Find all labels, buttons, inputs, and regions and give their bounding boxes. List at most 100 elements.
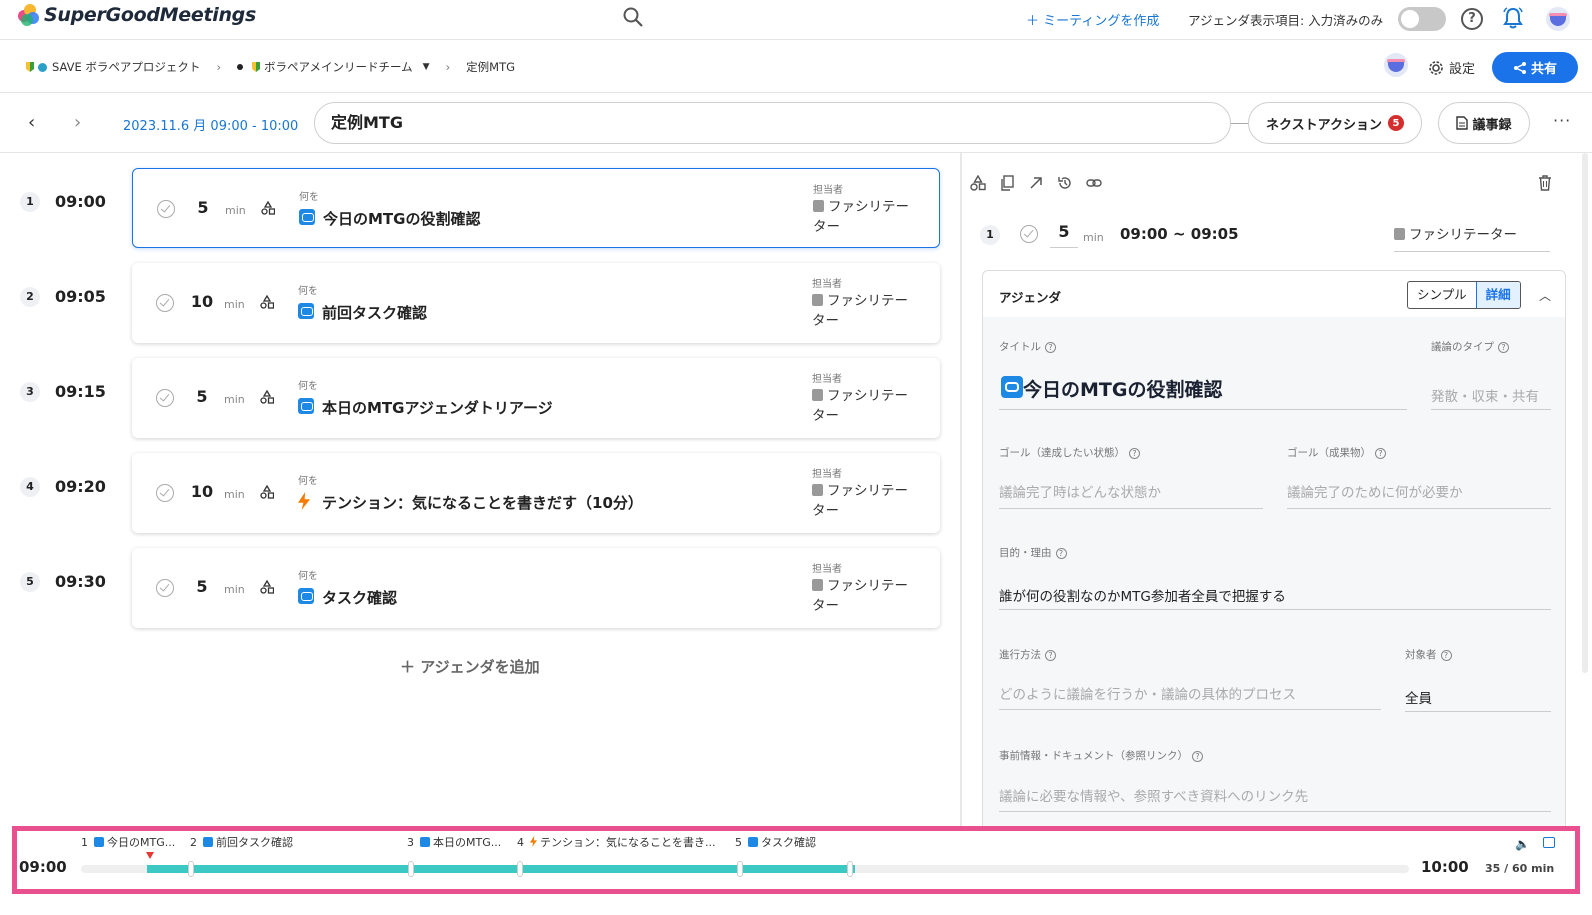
copy-icon[interactable] — [999, 175, 1015, 191]
bell-icon[interactable] — [1502, 6, 1524, 30]
agenda-display-toggle[interactable] — [1398, 7, 1446, 31]
agenda-title[interactable]: テンション：気になることを書きだす（10分） — [322, 492, 643, 513]
help-icon[interactable]: ? — [1498, 342, 1509, 353]
title-field-value[interactable]: 今日のMTGの役割確認 — [1023, 375, 1222, 402]
minutes-button[interactable]: 議事録 — [1438, 102, 1530, 144]
detail-duration-input[interactable]: 5 — [1050, 222, 1078, 248]
agenda-card[interactable]: 10 min 何を テンション：気になることを書きだす（10分） 担当者 ファシ… — [132, 453, 940, 533]
search-icon[interactable] — [622, 6, 644, 28]
history-icon[interactable] — [1057, 175, 1073, 191]
agenda-title[interactable]: 本日のMTGアジェンダトリアージ — [322, 397, 553, 418]
user-avatar[interactable] — [1546, 7, 1570, 31]
help-icon[interactable]: ? — [1192, 751, 1203, 762]
goal-output-input[interactable]: 議論完了のために何が必要か — [1287, 481, 1463, 501]
goal-state-input[interactable]: 議論完了時はどんな状態か — [999, 481, 1161, 501]
agenda-card[interactable]: 10 min 何を 前回タスク確認 担当者 ファシリテーター — [132, 263, 940, 343]
help-icon[interactable]: ? — [1375, 448, 1386, 459]
method-input[interactable]: どのように議論を行うか・議論の具体的プロセス — [999, 683, 1296, 703]
agenda-duration[interactable]: 5 — [190, 577, 214, 596]
help-icon[interactable]: ? — [1461, 8, 1483, 30]
agenda-card[interactable]: 5 min 何を 本日のMTGアジェンダトリアージ 担当者 ファシリテーター — [132, 358, 940, 438]
complete-check-icon[interactable] — [157, 200, 175, 218]
complete-check-icon[interactable] — [156, 579, 174, 597]
agenda-duration[interactable]: 5 — [190, 387, 214, 406]
breadcrumb-team[interactable]: ボラペアメインリードチーム — [264, 59, 413, 75]
detail-scrollbar[interactable] — [1582, 153, 1588, 673]
discussion-type-select[interactable]: 発散・収束・共有 — [1431, 385, 1539, 405]
timeline-segment-label[interactable]: 2 前回タスク確認 — [190, 834, 293, 850]
timeline-segment-label[interactable]: 5 タスク確認 — [735, 834, 816, 850]
meeting-timeline: 1 今日のMTG... 2 前回タスク確認 3 本日のMTG... 4 テンション：気に… — [12, 826, 1580, 894]
complete-check-icon[interactable] — [1020, 225, 1038, 243]
timeline-window-icon[interactable] — [1543, 837, 1555, 848]
settings-button[interactable]: 設定 — [1428, 58, 1475, 77]
agenda-owner[interactable]: ファシリテーター — [812, 386, 912, 426]
duration-unit: min — [225, 204, 246, 217]
timeline-segment-handle[interactable] — [517, 861, 523, 877]
agenda-owner[interactable]: ファシリテーター — [812, 576, 912, 616]
next-action-button[interactable]: ネクストアクション 5 — [1248, 102, 1422, 144]
view-detail-button[interactable]: 詳細 — [1475, 282, 1520, 308]
trash-icon[interactable] — [1538, 175, 1552, 191]
agenda-title[interactable]: 今日のMTGの役割確認 — [323, 208, 480, 229]
complete-check-icon[interactable] — [156, 484, 174, 502]
lightning-icon — [530, 836, 537, 847]
help-icon[interactable]: ? — [1440, 650, 1452, 661]
shapes-icon[interactable] — [260, 580, 274, 594]
open-external-icon[interactable] — [1028, 175, 1044, 191]
agenda-duration[interactable]: 5 — [191, 198, 215, 217]
help-icon[interactable]: ? — [1129, 448, 1140, 459]
caret-down-icon[interactable]: ▼ — [423, 62, 430, 72]
shapes-icon[interactable] — [970, 175, 986, 191]
complete-check-icon[interactable] — [156, 294, 174, 312]
chevron-up-icon[interactable]: ︿ — [1539, 287, 1551, 304]
agenda-title[interactable]: 前回タスク確認 — [322, 302, 427, 323]
agenda-duration[interactable]: 10 — [190, 482, 214, 501]
agenda-owner[interactable]: ファシリテーター — [812, 481, 912, 521]
breadcrumb-project[interactable]: SAVE ボラペアプロジェクト — [52, 59, 200, 75]
help-icon[interactable]: ? — [1045, 650, 1056, 661]
purpose-input[interactable]: 誰が何の役割なのかMTG参加者全員で把握する — [999, 585, 1286, 605]
more-menu-icon[interactable]: ··· — [1553, 111, 1571, 130]
shapes-icon[interactable] — [260, 485, 274, 499]
agenda-card[interactable]: 5 min 何を タスク確認 担当者 ファシリテーター — [132, 548, 940, 628]
goal-state-label: ゴール（達成したい状態）? — [999, 445, 1140, 460]
chevron-right-icon[interactable]: › — [74, 112, 81, 133]
timeline-segment-handle[interactable] — [847, 861, 853, 877]
agenda-duration[interactable]: 10 — [190, 292, 214, 311]
app-logo[interactable]: SuperGoodMeetings — [18, 4, 256, 26]
complete-check-icon[interactable] — [156, 389, 174, 407]
add-agenda-button[interactable]: ＋ アジェンダを追加 — [400, 656, 540, 677]
timeline-segment-handle[interactable] — [188, 861, 194, 877]
detail-owner-select[interactable]: ファシリテーター — [1394, 223, 1550, 252]
timeline-segment-label[interactable]: 1 今日のMTG... — [81, 834, 175, 850]
meeting-date-time[interactable]: 2023.11.6 月 09:00 - 10:00 — [123, 115, 298, 134]
link-icon[interactable] — [1086, 175, 1102, 191]
shapes-icon[interactable] — [260, 295, 274, 309]
agenda-owner[interactable]: ファシリテーター — [812, 291, 912, 331]
create-meeting-link[interactable]: ＋ ミーティングを作成 — [1026, 10, 1159, 29]
chevron-left-icon[interactable]: ‹ — [28, 112, 35, 133]
agenda-owner[interactable]: ファシリテーター — [813, 197, 913, 237]
agenda-number: 3 — [20, 382, 40, 402]
timeline-scheduled-fill — [147, 865, 855, 873]
help-icon[interactable]: ? — [1055, 548, 1067, 559]
audience-input[interactable]: 全員 — [1405, 687, 1432, 707]
help-icon[interactable]: ? — [1045, 342, 1056, 353]
docs-input[interactable]: 議論に必要な情報や、参照すべき資料へのリンク先 — [999, 785, 1308, 805]
timeline-segment-handle[interactable] — [737, 861, 743, 877]
shapes-icon[interactable] — [260, 390, 274, 404]
participant-avatar[interactable] — [1384, 53, 1408, 77]
view-simple-button[interactable]: シンプル — [1408, 282, 1476, 308]
speaker-icon[interactable]: 🔈 — [1515, 837, 1530, 851]
agenda-title[interactable]: タスク確認 — [322, 587, 397, 608]
agenda-card[interactable]: 5 min 何を 今日のMTGの役割確認 担当者 ファシリテーター — [132, 168, 940, 248]
owner-label: 担当者 — [812, 564, 842, 575]
timeline-segment-label[interactable]: 3 本日のMTG... — [407, 834, 501, 850]
meeting-title-input[interactable]: 定例MTG — [314, 102, 1231, 144]
timeline-segment-handle[interactable] — [408, 861, 414, 877]
timeline-track[interactable] — [81, 861, 1409, 877]
share-button[interactable]: 共有 — [1492, 52, 1578, 83]
timeline-segment-label[interactable]: 4 テンション：気になることを書き... — [517, 834, 716, 850]
shapes-icon[interactable] — [261, 201, 275, 215]
